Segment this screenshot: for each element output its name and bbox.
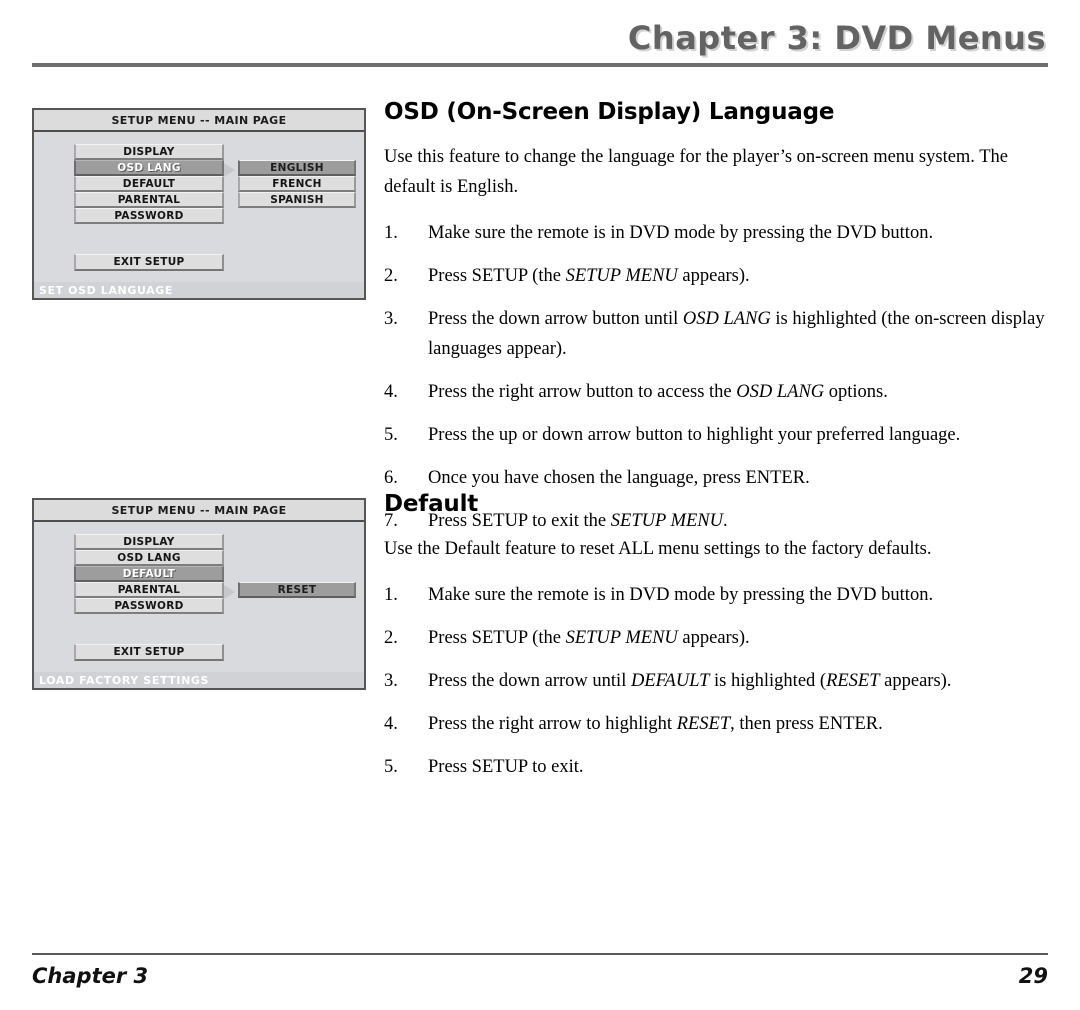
chevron-right-icon (224, 585, 235, 599)
osd-menu-item-default[interactable]: DEFAULT (74, 566, 224, 582)
step-item: 5. Press SETUP to exit. (384, 753, 1049, 783)
page-header: Chapter 3: DVD Menus (32, 22, 1048, 67)
footer-chapter-label: Chapter 3 (32, 964, 149, 988)
osd-titlebar-label: SETUP MENU -- MAIN PAGE (111, 113, 287, 127)
osd-menu-item-label: DISPLAY (123, 145, 175, 158)
step-item: 5. Press the up or down arrow button to h… (384, 421, 1049, 451)
step-number: 5. (384, 425, 398, 446)
osd-menu-item-osd-lang[interactable]: OSD LANG (74, 550, 224, 566)
step-text: Press the down arrow button until OSD LA… (428, 309, 1045, 360)
step-item: 2. Press SETUP (the SETUP MENU appears). (384, 624, 1049, 654)
osd-titlebar-label: SETUP MENU -- MAIN PAGE (111, 503, 287, 517)
page-footer: Chapter 3 29 (32, 953, 1048, 988)
osd-menu-item-password[interactable]: PASSWORD (74, 598, 224, 614)
osd-status-label: LOAD FACTORY SETTINGS (39, 673, 210, 687)
step-item: 2. Press SETUP (the SETUP MENU appears). (384, 262, 1049, 292)
step-item: 3. Press the down arrow button until OSD … (384, 305, 1049, 365)
osd-menu-item-default[interactable]: DEFAULT (74, 176, 224, 192)
osd-option-spanish[interactable]: SPANISH (238, 192, 356, 208)
step-number: 4. (384, 714, 398, 735)
osd-menu-item-label: PASSWORD (114, 209, 184, 222)
step-text: Press SETUP (the SETUP MENU appears). (428, 266, 750, 287)
step-text: Press the up or down arrow button to hig… (428, 425, 961, 446)
osd-body: DISPLAY OSD LANG DEFAULT PARENTAL PASSWO… (34, 132, 364, 298)
step-number: 4. (384, 382, 398, 403)
step-number: 1. (384, 585, 398, 606)
osd-option-label: FRENCH (272, 177, 322, 190)
osd-exit-setup-label: EXIT SETUP (113, 646, 185, 658)
osd-menu-item-parental[interactable]: PARENTAL (74, 582, 224, 598)
osd-status-label: SET OSD LANGUAGE (39, 283, 174, 297)
step-number: 2. (384, 628, 398, 649)
osd-menu-item-label: DEFAULT (122, 177, 176, 190)
osd-menu-item-display[interactable]: DISPLAY (74, 534, 224, 550)
osd-option-label: SPANISH (270, 193, 324, 206)
osd-titlebar: SETUP MENU -- MAIN PAGE (34, 110, 364, 132)
section-intro-default: Use the Default feature to reset ALL men… (384, 539, 932, 560)
step-text: Make sure the remote is in DVD mode by p… (428, 223, 934, 244)
header-divider (32, 63, 1048, 67)
osd-menu-item-osd-lang[interactable]: OSD LANG (74, 160, 224, 176)
osd-menu-item-label: OSD LANG (117, 551, 181, 564)
steps-list-default: 1. Make sure the remote is in DVD mode by… (384, 581, 1049, 783)
osd-menu-item-display[interactable]: DISPLAY (74, 144, 224, 160)
setup-menu-screenshot-default: SETUP MENU -- MAIN PAGE DISPLAY OSD LANG… (32, 498, 366, 690)
step-item: 1. Make sure the remote is in DVD mode by… (384, 219, 1049, 249)
step-text: Make sure the remote is in DVD mode by p… (428, 585, 934, 606)
osd-menu-item-parental[interactable]: PARENTAL (74, 192, 224, 208)
chevron-right-icon (224, 163, 235, 177)
osd-menu-list-2: DISPLAY OSD LANG DEFAULT PARENTAL PASSWO… (74, 534, 224, 614)
footer-page-number: 29 (1018, 964, 1048, 988)
osd-exit-setup-button[interactable]: EXIT SETUP (74, 254, 224, 271)
osd-options-list-languages: ENGLISH FRENCH SPANISH (238, 160, 356, 208)
osd-menu-item-label: DISPLAY (123, 535, 175, 548)
footer-divider (32, 953, 1048, 955)
section-heading-osd-language: OSD (On-Screen Display) Language (384, 99, 835, 125)
step-number: 3. (384, 671, 398, 692)
section-intro-osd-language: Use this feature to change the language … (384, 147, 1008, 198)
osd-status-bar: LOAD FACTORY SETTINGS (34, 672, 364, 688)
osd-option-english[interactable]: ENGLISH (238, 160, 356, 176)
step-text: Press the right arrow button to access t… (428, 382, 888, 403)
step-number: 1. (384, 223, 398, 244)
osd-exit-setup-label: EXIT SETUP (113, 256, 185, 268)
page-title: Chapter 3: DVD Menus (627, 19, 1046, 57)
osd-menu-item-label: PARENTAL (117, 583, 181, 596)
osd-menu-item-label: PASSWORD (114, 599, 184, 612)
osd-body: DISPLAY OSD LANG DEFAULT PARENTAL PASSWO… (34, 522, 364, 688)
default-text-column: Default Use the Default feature to reset… (384, 491, 1049, 796)
section-heading-default: Default (384, 491, 479, 517)
osd-option-label: ENGLISH (270, 161, 324, 174)
osd-menu-item-label: DEFAULT (122, 567, 176, 580)
osd-titlebar: SETUP MENU -- MAIN PAGE (34, 500, 364, 522)
step-item: 6. Once you have chosen the language, pre… (384, 464, 1049, 494)
osd-exit-setup-button[interactable]: EXIT SETUP (74, 644, 224, 661)
steps-list-osd-language: 1. Make sure the remote is in DVD mode by… (384, 219, 1049, 537)
osd-language-text-column: OSD (On-Screen Display) Language Use thi… (384, 99, 1049, 550)
step-text: Press SETUP (the SETUP MENU appears). (428, 628, 750, 649)
step-number: 5. (384, 757, 398, 778)
osd-menu-item-password[interactable]: PASSWORD (74, 208, 224, 224)
osd-status-bar: SET OSD LANGUAGE (34, 282, 364, 298)
step-number: 6. (384, 468, 398, 489)
step-item: 1. Make sure the remote is in DVD mode by… (384, 581, 1049, 611)
setup-menu-screenshot-osd-lang: SETUP MENU -- MAIN PAGE DISPLAY OSD LANG… (32, 108, 366, 300)
step-item: 4. Press the right arrow button to access… (384, 378, 1049, 408)
step-item: 3. Press the down arrow until DEFAULT is … (384, 667, 1049, 697)
osd-menu-item-label: OSD LANG (117, 161, 181, 174)
osd-option-french[interactable]: FRENCH (238, 176, 356, 192)
step-text: Press SETUP to exit. (428, 757, 584, 778)
osd-option-label: RESET (277, 583, 317, 596)
step-number: 2. (384, 266, 398, 287)
step-text: Once you have chosen the language, press… (428, 468, 810, 489)
osd-menu-list-1: DISPLAY OSD LANG DEFAULT PARENTAL PASSWO… (74, 144, 224, 224)
step-text: Press the right arrow to highlight RESET… (428, 714, 883, 735)
step-text: Press the down arrow until DEFAULT is hi… (428, 671, 952, 692)
osd-option-reset[interactable]: RESET (238, 582, 356, 598)
osd-menu-item-label: PARENTAL (117, 193, 181, 206)
step-item: 4. Press the right arrow to highlight RES… (384, 710, 1049, 740)
osd-options-list-reset: RESET (238, 582, 356, 598)
step-number: 3. (384, 309, 398, 330)
